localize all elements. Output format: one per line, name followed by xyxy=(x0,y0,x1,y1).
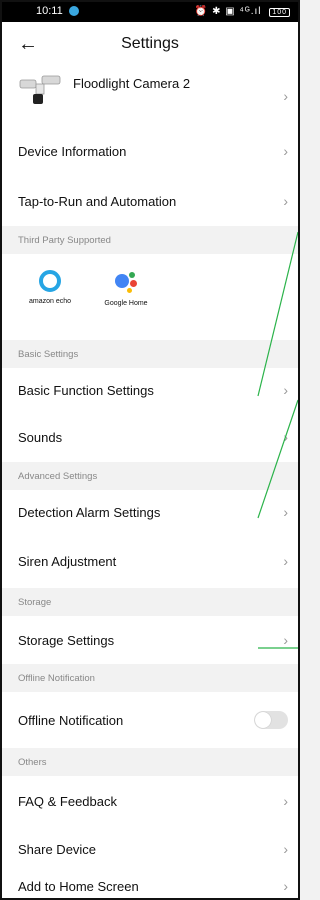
annotation-overlay xyxy=(257,231,300,649)
annotation-line xyxy=(257,399,299,519)
annotation-line xyxy=(257,231,299,397)
